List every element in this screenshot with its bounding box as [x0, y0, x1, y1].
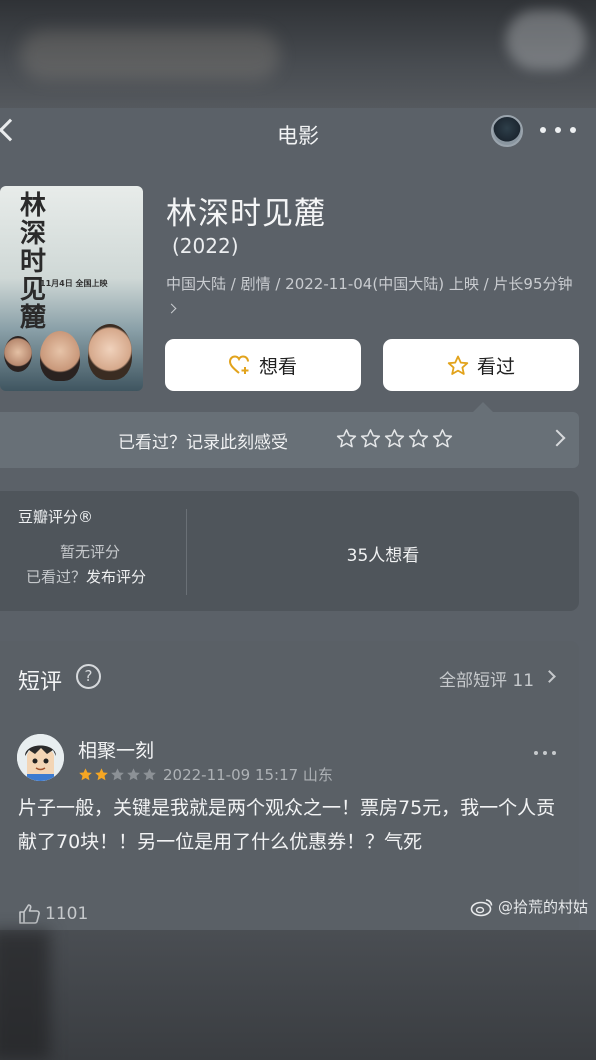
app-screen: 电影 林深时见麓 11月4日 全国上映 林深时见麓 (2022) 中国大陆 / … — [0, 108, 596, 941]
empty-star-icon[interactable] — [408, 428, 429, 453]
blurred-bottom-background — [0, 930, 596, 1060]
review-rating-stars — [78, 767, 157, 786]
poster-title-text: 林深时见麓 — [20, 191, 47, 333]
seen-prefix: 已看过？ — [26, 568, 87, 586]
empty-star-icon[interactable] — [432, 428, 453, 453]
filled-star-icon — [78, 767, 93, 786]
poster-figure — [40, 331, 80, 381]
seen-label: 看过 — [476, 355, 515, 378]
empty-star-icon[interactable] — [336, 428, 357, 453]
empty-star-icon[interactable] — [384, 428, 405, 453]
movie-meta-text: 中国大陆 / 剧情 / 2022-11-04(中国大陆) 上映 / 片长95分钟 — [166, 275, 573, 293]
star-outline-icon — [447, 355, 469, 376]
movie-meta-info[interactable]: 中国大陆 / 剧情 / 2022-11-04(中国大陆) 上映 / 片长95分钟 — [166, 272, 576, 322]
review-timestamp: 2022-11-09 15:17 山东 — [163, 766, 333, 784]
want-count: 35人想看 — [346, 546, 420, 566]
douban-rating-card: 豆瓣评分® 暂无评分 已看过？发布评分 35人想看 — [0, 491, 579, 611]
publish-rating-link[interactable]: 发布评分 — [86, 568, 146, 586]
like-button[interactable]: 1101 — [18, 903, 88, 925]
rating-label: 豆瓣评分® — [18, 508, 94, 526]
movie-year: (2022) — [172, 234, 239, 258]
want-label: 想看 — [258, 355, 297, 378]
like-count: 1101 — [45, 904, 89, 924]
help-icon[interactable]: ? — [76, 664, 101, 689]
movie-title: 林深时见麓 — [166, 196, 326, 232]
weibo-watermark: @拾荒的村姑 — [470, 896, 588, 917]
more-options-icon[interactable] — [540, 118, 576, 142]
user-avatar[interactable] — [491, 115, 523, 147]
review-text: 片子一般，关键是我就是两个观众之一！票房75元，我一个人贡献了70块！！另一位是… — [18, 797, 556, 853]
review-more-icon[interactable] — [534, 751, 556, 755]
reviewer-avatar[interactable] — [17, 734, 64, 781]
chevron-right-icon — [543, 670, 556, 683]
poster-figure — [4, 336, 32, 372]
all-reviews-link[interactable]: 全部短评 11 — [439, 666, 534, 691]
empty-star-icon — [126, 767, 141, 786]
empty-star-icon — [142, 767, 157, 786]
watched-button[interactable]: 看过 — [383, 339, 579, 391]
section-title: 短评 — [18, 670, 63, 695]
chevron-right-icon — [548, 429, 566, 447]
want-to-watch-button[interactable]: 想看 — [165, 339, 361, 391]
empty-star-icon[interactable] — [360, 428, 381, 453]
reviewer-name[interactable]: 相聚一刻 — [78, 736, 154, 763]
chevron-right-icon — [166, 303, 177, 314]
thumbs-up-icon — [19, 904, 40, 924]
record-feeling-bar[interactable]: 已看过？记录此刻感受 — [0, 412, 579, 468]
record-prompt: 已看过？记录此刻感受 — [118, 433, 288, 453]
movie-poster[interactable]: 林深时见麓 11月4日 全国上映 — [0, 186, 143, 391]
poster-release-text: 11月4日 全国上映 — [40, 279, 108, 288]
seen-prompt: 已看过？发布评分 — [26, 566, 146, 587]
blurred-top-background — [0, 0, 596, 108]
heart-plus-icon — [228, 355, 251, 375]
no-score-text: 暂无评分 — [60, 543, 121, 561]
watermark-text: @拾荒的村姑 — [498, 898, 589, 916]
top-nav-bar: 电影 — [0, 108, 596, 158]
empty-star-icon — [110, 767, 125, 786]
weibo-logo-icon — [470, 898, 493, 916]
filled-star-icon — [94, 767, 109, 786]
poster-figure — [88, 324, 132, 380]
rate-stars[interactable] — [336, 428, 453, 453]
